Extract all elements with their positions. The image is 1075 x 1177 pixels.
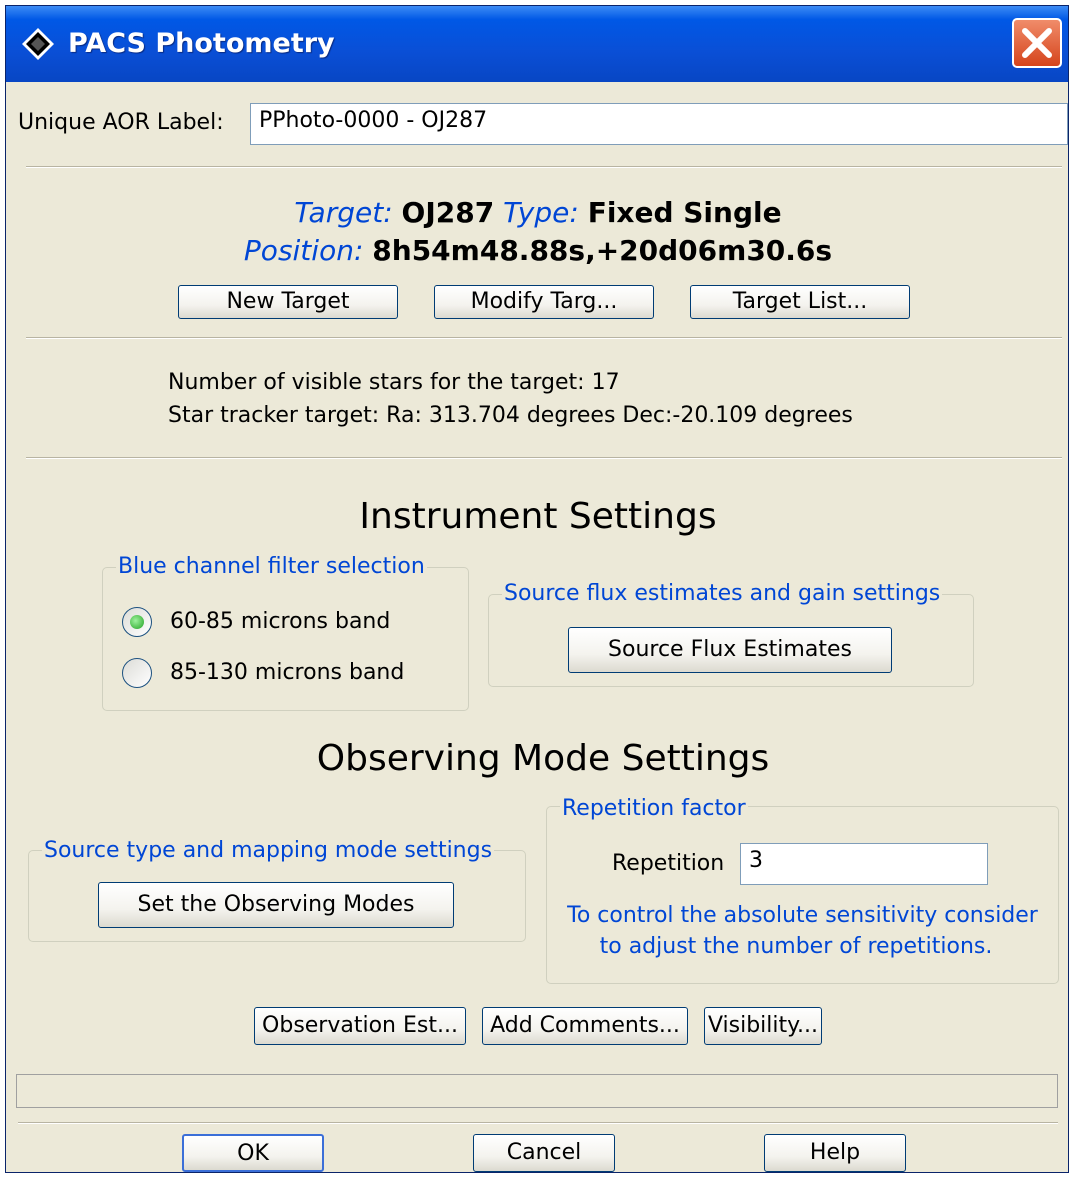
position-label: Position: (243, 234, 364, 267)
repetition-field[interactable]: 3 (740, 843, 988, 885)
target-label: Target: (294, 196, 393, 229)
band-60-85-radio[interactable] (122, 607, 152, 637)
repetition-note-line1: To control the absolute sensitivity cons… (567, 903, 1038, 928)
aor-label-field[interactable]: PPhoto-0000 - OJ287 (250, 103, 1068, 145)
close-icon (1022, 28, 1052, 58)
status-bar (16, 1074, 1058, 1108)
type-label: Type: (503, 196, 579, 229)
observing-mode-heading: Observing Mode Settings (316, 738, 770, 779)
flux-estimates-legend: Source flux estimates and gain settings (502, 581, 943, 606)
title-bar[interactable]: PACS Photometry (6, 6, 1068, 82)
set-observing-modes-button[interactable]: Set the Observing Modes (98, 882, 454, 928)
pacs-photometry-dialog: PACS Photometry Unique AOR Label: PPhoto… (5, 5, 1069, 1173)
separator (26, 337, 1062, 339)
position-line: Position: 8h54m48.88s,+20d06m30.6s (6, 234, 1070, 267)
visible-stars-text: Number of visible stars for the target: … (168, 370, 620, 395)
app-diamond-icon (22, 28, 54, 60)
target-list-button[interactable]: Target List... (690, 285, 910, 319)
filter-selection-legend: Blue channel filter selection (116, 554, 427, 579)
band-85-130-radio[interactable] (122, 658, 152, 688)
star-tracker-text: Star tracker target: Ra: 313.704 degrees… (168, 403, 853, 428)
aor-label: Unique AOR Label: (18, 110, 224, 135)
target-value: OJ287 (401, 196, 495, 229)
band-85-130-label[interactable]: 85-130 microns band (170, 660, 404, 685)
window-title: PACS Photometry (68, 28, 335, 59)
separator (18, 1122, 1058, 1124)
mapping-mode-legend: Source type and mapping mode settings (42, 838, 495, 863)
instrument-settings-heading: Instrument Settings (359, 496, 717, 537)
visibility-button[interactable]: Visibility... (704, 1007, 822, 1045)
repetition-note-line2: to adjust the number of repetitions. (599, 934, 993, 959)
band-60-85-label[interactable]: 60-85 microns band (170, 609, 390, 634)
add-comments-button[interactable]: Add Comments... (482, 1007, 688, 1045)
help-button[interactable]: Help (764, 1134, 906, 1172)
filter-selection-group (102, 567, 469, 711)
position-value: 8h54m48.88s,+20d06m30.6s (372, 234, 833, 267)
ok-button[interactable]: OK (182, 1134, 324, 1172)
observation-estimate-button[interactable]: Observation Est... (254, 1007, 466, 1045)
separator (26, 457, 1062, 459)
close-button[interactable] (1012, 18, 1062, 68)
new-target-button[interactable]: New Target (178, 285, 398, 319)
target-line: Target: OJ287 Type: Fixed Single (6, 196, 1070, 229)
modify-target-button[interactable]: Modify Targ... (434, 285, 654, 319)
separator (26, 166, 1062, 168)
repetition-legend: Repetition factor (560, 796, 748, 821)
type-value: Fixed Single (587, 196, 782, 229)
cancel-button[interactable]: Cancel (473, 1134, 615, 1172)
source-flux-estimates-button[interactable]: Source Flux Estimates (568, 627, 892, 673)
repetition-label: Repetition (612, 851, 725, 876)
